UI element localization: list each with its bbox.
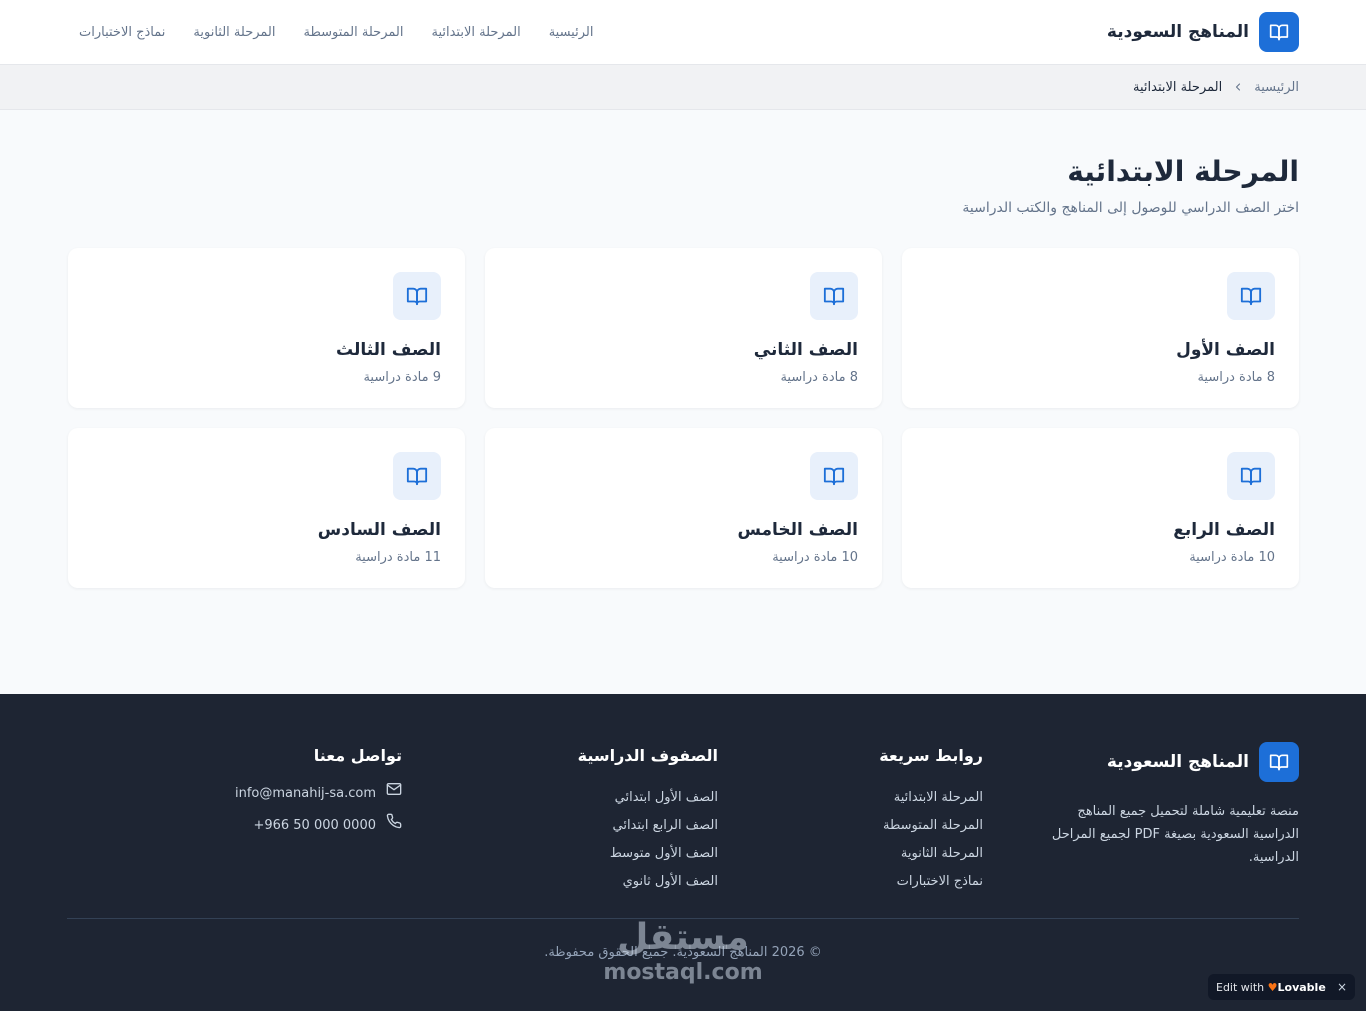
- nav-intermediate[interactable]: المرحلة المتوسطة: [304, 25, 404, 40]
- footer-link[interactable]: الصف الأول متوسط: [402, 840, 718, 868]
- close-icon[interactable]: ×: [1337, 980, 1347, 994]
- grades-grid: الصف الأول 8 مادة دراسية الصف الثاني 8 م…: [0, 248, 1366, 588]
- grade-card[interactable]: الصف الرابع 10 مادة دراسية: [902, 428, 1299, 588]
- footer-quick-links: روابط سريعة المرحلة الابتدائية المرحلة ا…: [718, 742, 1034, 918]
- heart-icon: ♥: [1267, 980, 1278, 994]
- grade-subject-count: 8 مادة دراسية: [1197, 370, 1275, 385]
- book-open-icon: [393, 272, 441, 320]
- footer-description: منصة تعليمية شاملة لتحميل جميع المناهج ا…: [1051, 804, 1299, 865]
- grade-title: الصف السادس: [317, 520, 441, 540]
- edit-with-lovable-badge[interactable]: Edit with ♥Lovable ×: [1208, 974, 1355, 1000]
- brand-logo[interactable]: المناهج السعودية: [1107, 12, 1299, 52]
- footer-grades: الصفوف الدراسية الصف الأول ابتدائي الصف …: [402, 742, 718, 918]
- footer-columns: المناهج السعودية منصة تعليمية شاملة لتحم…: [67, 694, 1299, 918]
- phone-icon: [386, 810, 402, 842]
- mail-icon: [386, 778, 402, 810]
- grade-card[interactable]: الصف الخامس 10 مادة دراسية: [485, 428, 882, 588]
- footer-quick-links-title: روابط سريعة: [879, 746, 983, 765]
- footer-grades-title: الصفوف الدراسية: [577, 746, 718, 765]
- footer-contact: تواصل معنا info@manahij-sa.com +966 50 0…: [86, 742, 402, 918]
- page-heading: المرحلة الابتدائية اختر الصف الدراسي للو…: [0, 110, 1366, 216]
- footer-link[interactable]: نماذج الاختبارات: [718, 868, 983, 896]
- main-nav: الرئيسية المرحلة الابتدائية المرحلة المت…: [79, 25, 593, 40]
- book-open-icon: [1259, 12, 1299, 52]
- breadcrumb-home[interactable]: الرئيسية: [1254, 80, 1299, 95]
- badge-brand: Lovable: [1277, 980, 1326, 994]
- footer-link[interactable]: الصف الأول ابتدائي: [402, 784, 718, 812]
- nav-secondary[interactable]: المرحلة الثانوية: [193, 25, 275, 40]
- footer-contact-title: تواصل معنا: [313, 746, 402, 765]
- footer-about: المناهج السعودية منصة تعليمية شاملة لتحم…: [1034, 742, 1299, 918]
- grade-card[interactable]: الصف الثاني 8 مادة دراسية: [485, 248, 882, 408]
- footer-brand[interactable]: المناهج السعودية: [1034, 742, 1299, 782]
- contact-phone-text: +966 50 000 0000: [253, 818, 376, 833]
- grade-title: الصف الثالث: [335, 340, 441, 360]
- brand-name: المناهج السعودية: [1106, 22, 1249, 42]
- grade-card[interactable]: الصف السادس 11 مادة دراسية: [68, 428, 465, 588]
- grade-title: الصف الثاني: [753, 340, 858, 360]
- grade-subject-count: 8 مادة دراسية: [780, 370, 858, 385]
- grade-subject-count: 9 مادة دراسية: [363, 370, 441, 385]
- nav-exam-samples[interactable]: نماذج الاختبارات: [79, 25, 165, 40]
- contact-email-text: info@manahij-sa.com: [234, 786, 376, 801]
- chevron-left-icon: [1232, 81, 1244, 93]
- book-open-icon: [810, 272, 858, 320]
- contact-phone[interactable]: +966 50 000 0000: [86, 810, 402, 842]
- grade-subject-count: 10 مادة دراسية: [1189, 550, 1275, 565]
- footer-link[interactable]: الصف الأول ثانوي: [402, 868, 718, 896]
- site-footer: المناهج السعودية منصة تعليمية شاملة لتحم…: [0, 694, 1366, 1011]
- book-open-icon: [1227, 272, 1275, 320]
- grade-title: الصف الخامس: [737, 520, 858, 540]
- grade-subject-count: 11 مادة دراسية: [355, 550, 441, 565]
- copyright: © 2026 المناهج السعودية. جميع الحقوق محف…: [544, 945, 822, 960]
- nav-primary[interactable]: المرحلة الابتدائية: [431, 25, 520, 40]
- nav-home[interactable]: الرئيسية: [549, 25, 594, 40]
- grade-card[interactable]: الصف الأول 8 مادة دراسية: [902, 248, 1299, 408]
- grade-subject-count: 10 مادة دراسية: [772, 550, 858, 565]
- book-open-icon: [1259, 742, 1299, 782]
- footer-link[interactable]: المرحلة الثانوية: [718, 840, 983, 868]
- contact-email[interactable]: info@manahij-sa.com: [86, 778, 402, 810]
- grade-title: الصف الأول: [1176, 340, 1275, 360]
- breadcrumb-current: المرحلة الابتدائية: [1133, 79, 1223, 95]
- book-open-icon: [810, 452, 858, 500]
- grade-card[interactable]: الصف الثالث 9 مادة دراسية: [68, 248, 465, 408]
- footer-brand-name: المناهج السعودية: [1106, 752, 1249, 772]
- breadcrumb: الرئيسية المرحلة الابتدائية: [0, 65, 1366, 110]
- book-open-icon: [1227, 452, 1275, 500]
- footer-link[interactable]: المرحلة المتوسطة: [718, 812, 983, 840]
- footer-link[interactable]: الصف الرابع ابتدائي: [402, 812, 718, 840]
- badge-prefix: Edit with: [1216, 980, 1265, 994]
- book-open-icon: [393, 452, 441, 500]
- badge-label: Edit with ♥Lovable: [1216, 981, 1326, 994]
- grade-title: الصف الرابع: [1173, 520, 1275, 540]
- footer-link[interactable]: المرحلة الابتدائية: [718, 784, 983, 812]
- page-title: المرحلة الابتدائية: [1067, 155, 1299, 188]
- site-header: المناهج السعودية الرئيسية المرحلة الابتد…: [0, 0, 1366, 65]
- page-subtitle: اختر الصف الدراسي للوصول إلى المناهج وال…: [962, 200, 1299, 216]
